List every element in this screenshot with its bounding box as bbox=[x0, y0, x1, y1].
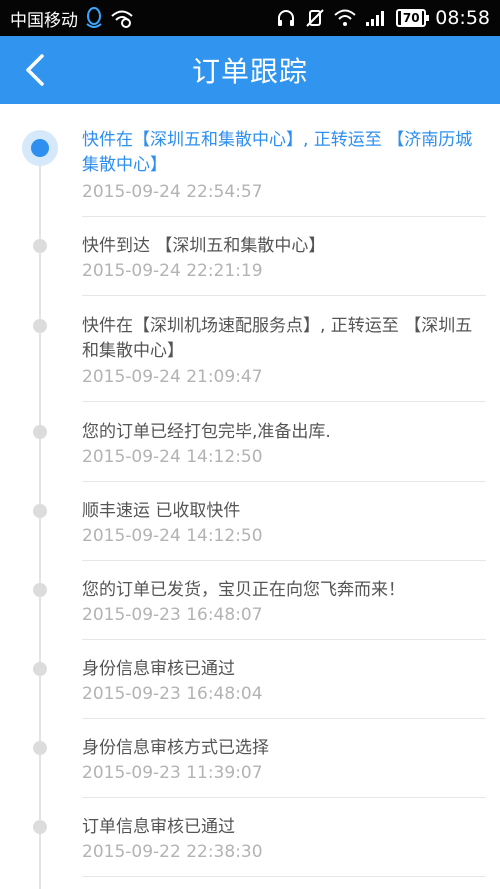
tracking-time: 2015-09-24 14:12:50 bbox=[82, 526, 263, 546]
timeline-dot bbox=[33, 239, 47, 253]
divider bbox=[82, 295, 486, 296]
timeline-dot bbox=[33, 583, 47, 597]
timeline-dot-active bbox=[22, 130, 58, 166]
timeline-dot bbox=[33, 504, 47, 518]
tracking-timeline: 快件在【深圳五和集散中心】, 正转运至 【济南历城集散中心】 2015-09-2… bbox=[0, 104, 500, 889]
tracking-text: 快件到达 【深圳五和集散中心】 bbox=[82, 236, 326, 256]
tracking-text: 订单信息审核已通过 bbox=[82, 817, 235, 837]
wifi-icon bbox=[334, 9, 356, 27]
tracking-text: 身份信息审核已通过 bbox=[82, 659, 235, 679]
tracking-text: 快件在【深圳机场速配服务点】, 正转运至 【深圳五和集散中心】 bbox=[82, 316, 473, 361]
clock: 08:58 bbox=[435, 7, 490, 29]
divider bbox=[82, 797, 486, 798]
divider bbox=[82, 401, 486, 402]
tracking-time: 2015-09-23 16:48:07 bbox=[82, 605, 263, 625]
tracking-text: 身份信息审核方式已选择 bbox=[82, 738, 269, 758]
tracking-text: 您的订单已发货，宝贝正在向您飞奔而来！ bbox=[82, 580, 405, 600]
tracking-time: 2015-09-24 22:21:19 bbox=[82, 261, 263, 281]
tracking-time: 2015-09-22 22:38:30 bbox=[82, 842, 263, 862]
divider bbox=[82, 216, 486, 217]
timeline-dot bbox=[33, 741, 47, 755]
timeline-dot bbox=[33, 662, 47, 676]
app-header: 订单跟踪 bbox=[0, 36, 500, 104]
tracking-text: 顺丰速运 已收取快件 bbox=[82, 501, 241, 521]
status-bar: 中国移动 70 08:58 bbox=[0, 0, 500, 36]
status-bar-right: 70 08:58 bbox=[276, 7, 490, 29]
mute-icon bbox=[305, 8, 325, 28]
timeline-dot bbox=[33, 319, 47, 333]
tracking-time: 2015-09-23 11:39:07 bbox=[82, 763, 263, 783]
timeline-dot bbox=[33, 820, 47, 834]
back-button[interactable] bbox=[18, 52, 52, 88]
divider bbox=[82, 876, 486, 877]
divider bbox=[82, 718, 486, 719]
tracking-time: 2015-09-24 14:12:50 bbox=[82, 447, 263, 467]
tracking-text: 快件在【深圳五和集散中心】, 正转运至 【济南历城集散中心】 bbox=[82, 130, 473, 175]
carrier-label: 中国移动 bbox=[10, 10, 78, 31]
divider bbox=[82, 560, 486, 561]
battery-icon: 70 bbox=[396, 9, 430, 27]
status-bar-left: 中国移动 bbox=[10, 6, 134, 31]
headset-icon bbox=[276, 8, 296, 28]
page-title: 订单跟踪 bbox=[191, 55, 308, 88]
divider bbox=[82, 481, 486, 482]
battery-level: 70 bbox=[400, 11, 422, 25]
tracking-time: 2015-09-23 16:48:04 bbox=[82, 684, 263, 704]
tracking-time: 2015-09-24 22:54:57 bbox=[82, 182, 263, 202]
tracking-time: 2015-09-24 21:09:47 bbox=[82, 367, 263, 387]
qq-icon bbox=[84, 7, 104, 29]
wifi-hotspot-icon bbox=[110, 8, 134, 28]
divider bbox=[82, 639, 486, 640]
timeline-dot bbox=[33, 425, 47, 439]
tracking-text: 您的订单已经打包完毕,准备出库. bbox=[82, 422, 331, 442]
chevron-left-icon bbox=[26, 54, 44, 86]
signal-icon bbox=[365, 9, 387, 27]
